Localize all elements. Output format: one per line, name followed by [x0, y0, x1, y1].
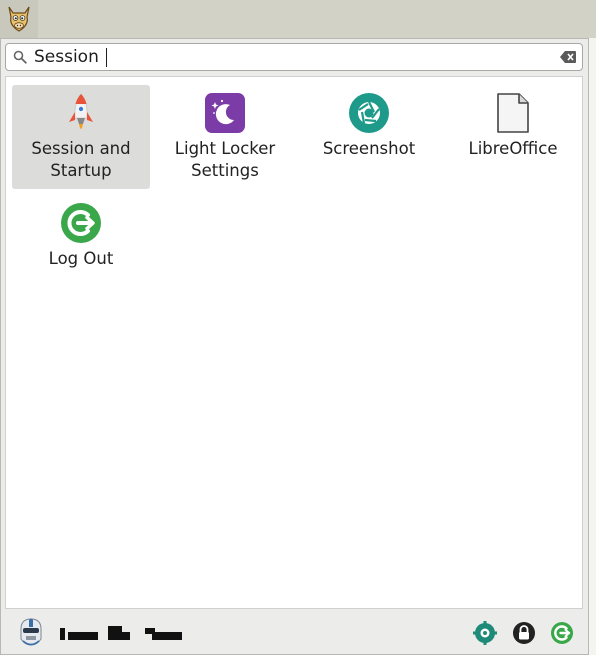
- result-label: Log Out: [48, 249, 114, 268]
- avatar-icon[interactable]: [17, 617, 45, 647]
- search-icon: [13, 50, 27, 64]
- moon-icon: [205, 93, 245, 133]
- result-label: LibreOffice: [468, 139, 558, 158]
- result-label: Light Locker Settings: [174, 139, 276, 180]
- result-label: Screenshot: [322, 139, 416, 158]
- whisker-menu: Session and Startup Light Locker Setting…: [0, 38, 589, 655]
- applications-menu-button[interactable]: [0, 0, 38, 38]
- result-light-locker-settings[interactable]: Light Locker Settings: [156, 85, 294, 189]
- document-icon: [497, 93, 529, 133]
- horse-logo-icon: [8, 6, 30, 32]
- clear-icon[interactable]: [560, 51, 576, 63]
- background-window: [589, 38, 596, 655]
- search-results: Session and Startup Light Locker Setting…: [5, 76, 583, 609]
- result-libreoffice[interactable]: LibreOffice: [444, 85, 582, 189]
- top-panel: [0, 0, 596, 39]
- search-input[interactable]: [34, 46, 534, 68]
- result-screenshot[interactable]: Screenshot: [300, 85, 438, 189]
- result-label: Session and Startup: [31, 139, 131, 180]
- lock-icon[interactable]: [512, 621, 536, 645]
- logout-icon: [61, 203, 101, 243]
- rocket-icon: [69, 93, 93, 129]
- search-box: [5, 43, 583, 71]
- settings-icon[interactable]: [473, 621, 497, 645]
- result-log-out[interactable]: Log Out: [12, 195, 150, 299]
- text-caret: [106, 48, 107, 67]
- logout-icon[interactable]: [550, 621, 574, 645]
- aperture-icon: [349, 93, 389, 133]
- result-session-and-startup[interactable]: Session and Startup: [12, 85, 150, 189]
- bottom-bar: [1, 613, 588, 654]
